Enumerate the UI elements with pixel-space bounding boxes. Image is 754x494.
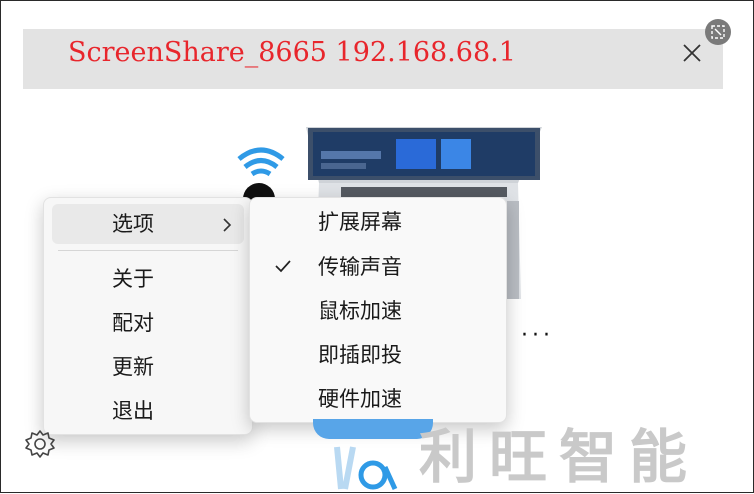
screenshot-icon [711,25,725,39]
submenu-item-label: 扩展屏幕 [318,210,402,234]
menu-item-label: 更新 [112,355,154,379]
menu-item-update[interactable]: 更新 [52,347,244,387]
submenu-item-mouse-accel[interactable]: 鼠标加速 [256,291,500,331]
window-title: ScreenShare_8665 192.168.68.1 [68,37,516,68]
submenu-item-transmit-audio[interactable]: 传输声音 [256,247,500,287]
menu-item-label: 退出 [112,399,154,423]
app-window: ScreenShare_8665 192.168.68.1 ··· 选项 关于 … [0,0,754,493]
gear-icon [25,430,55,458]
chevron-right-icon [223,218,232,232]
menu-item-options[interactable]: 选项 [52,204,244,244]
menu-item-label: 配对 [112,311,154,335]
menu-item-exit[interactable]: 退出 [52,391,244,431]
submenu-item-label: 即插即投 [318,343,402,367]
brand-watermark: 利旺智能 [419,423,700,491]
submenu-item-label: 传输声音 [318,255,402,279]
close-button[interactable] [676,35,706,69]
submenu-item-plug-and-cast[interactable]: 即插即投 [256,335,500,375]
title-bar: ScreenShare_8665 192.168.68.1 [23,29,723,89]
menu-item-label: 关于 [112,267,154,291]
submenu-item-label: 鼠标加速 [318,299,402,323]
context-menu: 选项 关于 配对 更新 退出 [43,197,253,435]
options-submenu: 扩展屏幕 传输声音 鼠标加速 即插即投 硬件加速 [249,197,507,423]
close-icon [683,44,701,62]
submenu-item-label: 硬件加速 [318,387,402,411]
screenshot-button[interactable] [705,19,731,45]
submenu-item-extend-screen[interactable]: 扩展屏幕 [256,202,500,242]
menu-divider [58,250,238,251]
settings-button[interactable] [23,427,57,461]
menu-item-about[interactable]: 关于 [52,259,244,299]
checkmark-icon [275,260,291,273]
menu-item-label: 选项 [112,212,154,236]
status-dots: ··· [521,323,554,348]
menu-item-pair[interactable]: 配对 [52,303,244,343]
submenu-item-hardware-accel[interactable]: 硬件加速 [256,379,500,419]
project-button[interactable] [313,419,433,439]
